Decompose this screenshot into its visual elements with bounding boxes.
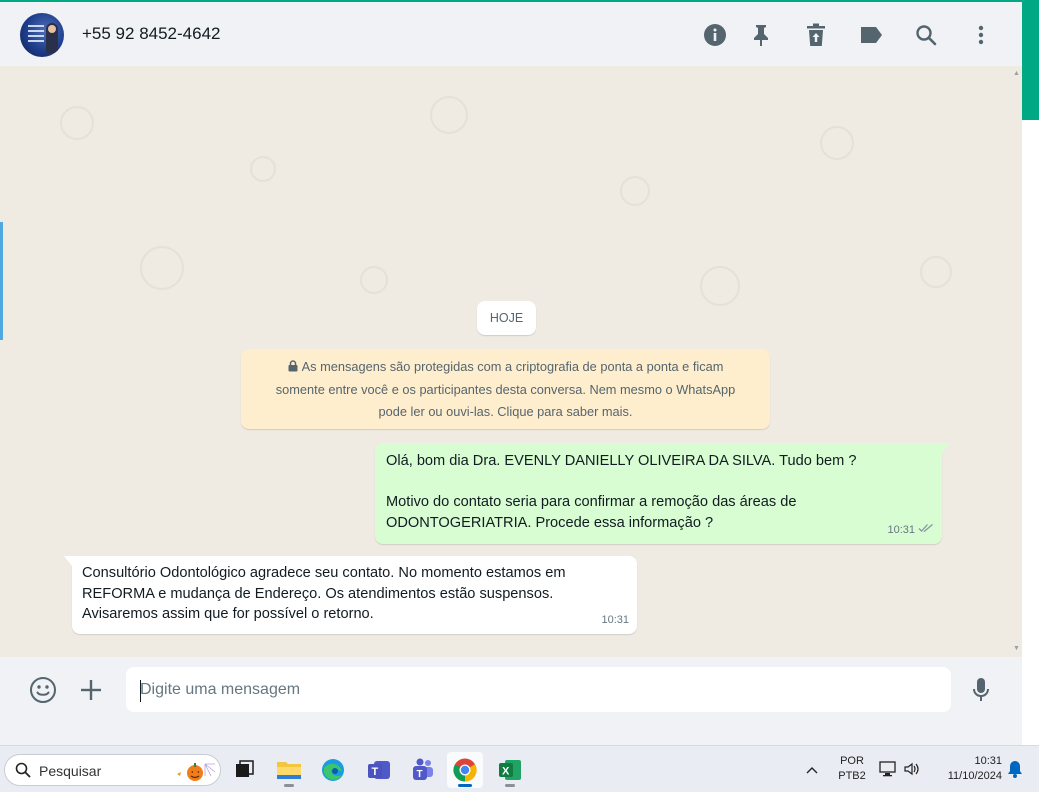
message-line: Olá, bom dia Dra. EVENLY DANIELLY OLIVEI… [386, 453, 857, 469]
read-ticks-icon [918, 520, 934, 541]
message-line: Consultório Odontológico agradece seu co… [82, 565, 566, 581]
text-caret [140, 680, 141, 702]
wallpaper-doodle [360, 266, 388, 294]
teams-work-icon[interactable]: T [361, 752, 397, 788]
bubble-tail [942, 443, 950, 453]
chat-header: +55 92 8452-4642 [0, 0, 1022, 66]
clock-date: 11/10/2024 [947, 770, 1002, 782]
window-edge-accent [0, 222, 3, 340]
scroll-down-arrow[interactable]: ▼ [1013, 645, 1020, 652]
incoming-message[interactable]: Consultório Odontológico agradece seu co… [64, 556, 637, 634]
message-line: Avisaremos assim que for possível o reto… [82, 606, 374, 622]
lock-icon [288, 357, 298, 379]
pin-icon[interactable] [748, 22, 774, 48]
composer-bar [0, 657, 1022, 723]
edge-icon[interactable] [315, 752, 351, 788]
message-time: 10:31 [601, 613, 629, 626]
background-window-strip [1022, 0, 1039, 745]
encryption-notice-line: As mensagens são protegidas com a cripto… [301, 359, 724, 374]
svg-text:T: T [372, 766, 379, 778]
svg-text:X: X [502, 766, 510, 778]
date-chip: HOJE [477, 301, 536, 335]
message-input[interactable] [126, 667, 951, 712]
encryption-notice-line: somente entre você e os participantes de… [275, 382, 736, 397]
info-icon[interactable] [702, 22, 728, 48]
wallpaper-doodle [140, 246, 184, 290]
volume-icon[interactable] [903, 760, 921, 783]
file-explorer-icon[interactable] [271, 752, 307, 788]
menu-icon[interactable] [968, 22, 994, 48]
search-icon [15, 762, 31, 783]
message-time: 10:31 [887, 523, 915, 536]
wallpaper-doodle [620, 176, 650, 206]
scroll-up-arrow[interactable]: ▲ [1013, 70, 1020, 77]
message-line: REFORMA e mudança de Endereço. Os atendi… [82, 585, 554, 602]
wallpaper-doodle [60, 106, 94, 140]
task-view-icon[interactable] [226, 752, 262, 788]
search-icon[interactable] [913, 22, 939, 48]
encryption-notice-line: pode ler ou ouvi-las. Clique para saber … [378, 404, 633, 419]
svg-text:T: T [417, 769, 423, 780]
excel-icon[interactable]: X [492, 752, 528, 788]
label-icon[interactable] [858, 22, 884, 48]
tray-overflow-chevron-icon[interactable] [806, 762, 818, 780]
message-input-container [126, 667, 951, 712]
contact-name[interactable]: +55 92 8452-4642 [82, 24, 221, 44]
halloween-pumpkin-icon [173, 760, 217, 787]
wallpaper-doodle [820, 126, 854, 160]
message-line [386, 472, 932, 493]
encryption-notice[interactable]: As mensagens são protegidas com a cripto… [241, 349, 770, 429]
wallpaper-doodle [700, 266, 740, 306]
notification-bell-icon[interactable] [1007, 760, 1023, 783]
message-line: ODONTOGERIATRIA. Procede essa informação… [386, 514, 714, 531]
message-line: Motivo do contato seria para confirmar a… [386, 494, 797, 510]
message-meta: 10:31 [601, 610, 629, 631]
chrome-icon[interactable] [447, 752, 483, 788]
network-icon[interactable] [879, 760, 897, 783]
whatsapp-window: +55 92 8452-4642 ▲ ▼ HOJE As mensagens s… [0, 0, 1022, 723]
outgoing-message[interactable]: Olá, bom dia Dra. EVENLY DANIELLY OLIVEI… [375, 443, 950, 544]
delete-icon[interactable] [803, 22, 829, 48]
microphone-icon[interactable] [966, 675, 996, 705]
attach-plus-icon[interactable] [76, 675, 106, 705]
wallpaper-doodle [250, 156, 276, 182]
taskbar-search[interactable]: Pesquisar [4, 754, 221, 786]
message-meta: 10:31 [887, 520, 934, 541]
clock-time: 10:31 [974, 755, 1002, 767]
contact-avatar[interactable] [20, 13, 64, 57]
wallpaper-doodle [430, 96, 468, 134]
taskbar-search-label: Pesquisar [39, 763, 102, 779]
clock[interactable]: 10:31 11/10/2024 [936, 754, 1002, 784]
wallpaper-doodle [920, 256, 952, 288]
emoji-icon[interactable] [28, 675, 58, 705]
keyboard-layout-label: PTB2 [838, 770, 866, 782]
language-label: POR [840, 755, 864, 767]
windows-taskbar: Pesquisar T T X POR PTB2 10:31 11/10/202… [0, 745, 1039, 792]
teams-icon[interactable]: T [404, 752, 440, 788]
language-indicator[interactable]: POR PTB2 [836, 754, 868, 784]
bubble-tail [64, 556, 72, 566]
